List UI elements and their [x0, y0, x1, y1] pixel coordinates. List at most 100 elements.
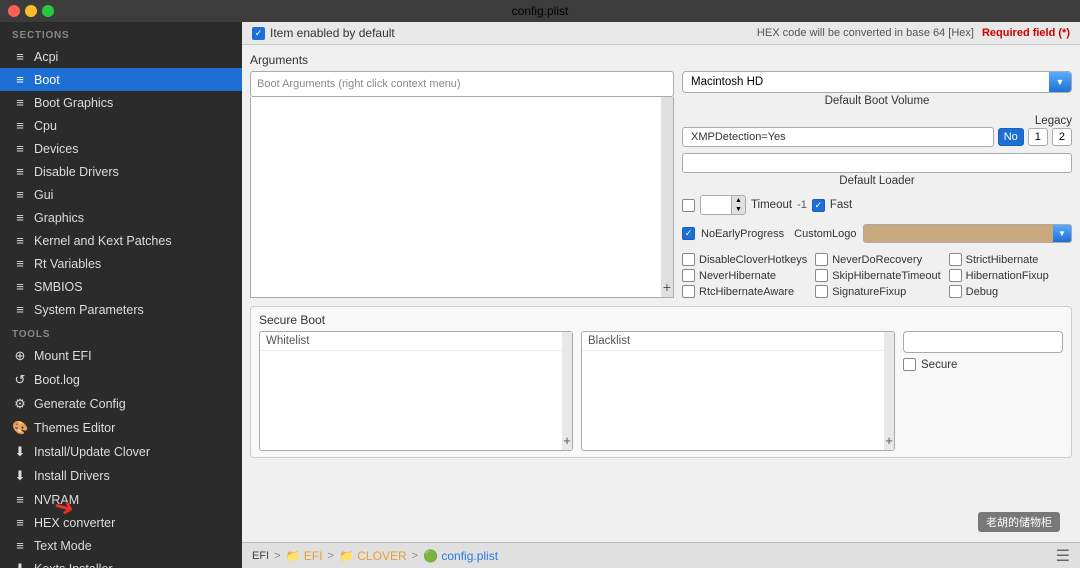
mount-icon: ⊕: [12, 348, 28, 364]
args-right: Macintosh HD ▼ ▼ Default Boot Volume: [682, 71, 1072, 298]
sidebar-item-label: Generate Config: [34, 397, 126, 411]
minimize-button[interactable]: [25, 5, 37, 17]
cb-hibernation-fixup-box[interactable]: [949, 269, 962, 282]
dropdown-blue-btn[interactable]: ▼: [1049, 72, 1071, 92]
stepper-down[interactable]: ▼: [731, 205, 745, 214]
cb-label: Debug: [966, 286, 998, 298]
sidebar-item-text-mode[interactable]: ≡ Text Mode: [0, 534, 242, 557]
no-button[interactable]: No: [998, 128, 1024, 146]
sidebar-item-cpu[interactable]: ≡ Cpu: [0, 114, 242, 137]
secure-dropdown[interactable]: ▼: [903, 331, 1063, 353]
sidebar-item-smbios[interactable]: ≡ SMBIOS: [0, 275, 242, 298]
whitelist-scrollbar: +: [562, 332, 572, 450]
sidebar-item-label: HEX converter: [34, 516, 115, 530]
fast-checkbox[interactable]: ✓: [812, 199, 825, 212]
list-icon: ≡: [12, 187, 28, 202]
sidebar-item-devices[interactable]: ≡ Devices: [0, 137, 242, 160]
sidebar-item-disable-drivers[interactable]: ≡ Disable Drivers: [0, 160, 242, 183]
sidebar-item-install-clover[interactable]: ⬇ Install/Update Clover: [0, 440, 242, 464]
cb-skip-hibernate-timeout: SkipHibernateTimeout: [815, 269, 940, 282]
sidebar-item-mount-efi[interactable]: ⊕ Mount EFI: [0, 344, 242, 368]
sidebar-item-generate-config[interactable]: ⚙ Generate Config: [0, 392, 242, 416]
cb-skip-hibernate-timeout-box[interactable]: [815, 269, 828, 282]
cb-never-hibernate-box[interactable]: [682, 269, 695, 282]
boot-args-placeholder: Boot Arguments (right click context menu…: [257, 78, 461, 90]
default-loader-field[interactable]: [682, 153, 1072, 173]
secure-label: Secure: [921, 359, 957, 371]
boot-volume-dropdown[interactable]: Macintosh HD ▼ ▼: [682, 71, 1072, 93]
sidebar-item-label: Install/Update Clover: [34, 445, 150, 459]
breadcrumb-clover-text: CLOVER: [357, 549, 406, 563]
secure-checkbox[interactable]: [903, 358, 916, 371]
custom-logo-field[interactable]: ▼: [863, 224, 1072, 243]
sidebar-item-kernel-kext[interactable]: ≡ Kernel and Kext Patches: [0, 229, 242, 252]
tools-label: TOOLS: [0, 321, 242, 344]
breadcrumb-sep-1: >: [274, 550, 280, 562]
breadcrumb-clover: 📁 CLOVER: [339, 549, 407, 563]
xmp-value: XMPDetection=Yes: [691, 131, 786, 143]
custom-logo-arrow[interactable]: ▼: [1053, 225, 1071, 242]
sidebar-item-label: Install Drivers: [34, 469, 110, 483]
cb-label: SkipHibernateTimeout: [832, 270, 940, 282]
list-icon: ≡: [12, 279, 28, 294]
item-enabled-checkbox[interactable]: ✓: [252, 27, 265, 40]
timeout-checkbox[interactable]: [682, 199, 695, 212]
blacklist-label: Blacklist: [582, 332, 894, 351]
sidebar-item-rt-variables[interactable]: ≡ Rt Variables: [0, 252, 242, 275]
inner-content: Arguments Boot Arguments (right click co…: [242, 45, 1080, 542]
gear-icon: ⚙: [12, 396, 28, 412]
sidebar-item-label: Kernel and Kext Patches: [34, 234, 172, 248]
sidebar-item-boot-log[interactable]: ↺ Boot.log: [0, 368, 242, 392]
settings-icon[interactable]: ☰: [1056, 548, 1070, 565]
sidebar-item-nvram[interactable]: ≡ NVRAM: [0, 488, 242, 511]
timeout-stepper[interactable]: ▲ ▼: [700, 195, 746, 215]
download-icon: ⬇: [12, 561, 28, 568]
chevron-down-icon: ▼: [1058, 229, 1066, 238]
timeout-row: ▲ ▼ Timeout -1 ✓ Fast: [682, 195, 1072, 215]
breadcrumb-efi2-text: EFI: [304, 549, 323, 563]
blacklist-plus[interactable]: +: [885, 433, 893, 448]
whitelist-plus[interactable]: +: [563, 433, 571, 448]
bottom-right: ☰: [1056, 546, 1070, 566]
cb-disable-clover-hotkeys-box[interactable]: [682, 253, 695, 266]
add-arg-button[interactable]: +: [663, 279, 671, 295]
cb-strict-hibernate-box[interactable]: [949, 253, 962, 266]
checkboxes-grid: DisableCloverHotkeys NeverDoRecovery Str…: [682, 253, 1072, 298]
cb-signature-fixup-box[interactable]: [815, 285, 828, 298]
cb-never-do-recovery-box[interactable]: [815, 253, 828, 266]
sidebar-item-themes-editor[interactable]: 🎨 Themes Editor: [0, 416, 242, 440]
sidebar-item-label: Boot.log: [34, 373, 80, 387]
folder-icon: 📁: [339, 549, 354, 563]
list-icon: ≡: [12, 233, 28, 248]
boot-volume-container: Macintosh HD ▼ ▼ Default Boot Volume: [682, 71, 1072, 109]
sidebar-item-install-drivers[interactable]: ⬇ Install Drivers: [0, 464, 242, 488]
sidebar-item-graphics[interactable]: ≡ Graphics: [0, 206, 242, 229]
btn-2[interactable]: 2: [1052, 128, 1072, 146]
maximize-button[interactable]: [42, 5, 54, 17]
cb-strict-hibernate: StrictHibernate: [949, 253, 1072, 266]
cb-debug-box[interactable]: [949, 285, 962, 298]
sections-label: SECTIONS: [0, 22, 242, 45]
boot-args-input[interactable]: Boot Arguments (right click context menu…: [250, 71, 674, 97]
sidebar-item-kexts-installer[interactable]: ⬇ Kexts Installer: [0, 557, 242, 568]
list-icon: ≡: [12, 95, 28, 110]
sidebar-item-boot[interactable]: ≡ Boot: [0, 68, 242, 91]
noearly-checkbox[interactable]: ✓: [682, 227, 695, 240]
timeout-value: [701, 196, 731, 214]
stepper-up[interactable]: ▲: [731, 196, 745, 205]
sidebar-item-hex-converter[interactable]: ≡ HEX converter: [0, 511, 242, 534]
fast-label: Fast: [830, 199, 852, 211]
sidebar-item-gui[interactable]: ≡ Gui: [0, 183, 242, 206]
close-button[interactable]: [8, 5, 20, 17]
cb-label: NeverHibernate: [699, 270, 776, 282]
sidebar-item-label: Devices: [34, 142, 78, 156]
breadcrumb-efi-2: 📁 EFI: [286, 549, 323, 563]
cb-label: RtcHibernateAware: [699, 286, 794, 298]
sidebar-item-system-parameters[interactable]: ≡ System Parameters: [0, 298, 242, 321]
traffic-lights: [8, 5, 54, 17]
btn-1[interactable]: 1: [1028, 128, 1048, 146]
sidebar-item-acpi[interactable]: ≡ Acpi: [0, 45, 242, 68]
cb-never-do-recovery: NeverDoRecovery: [815, 253, 940, 266]
sidebar-item-boot-graphics[interactable]: ≡ Boot Graphics: [0, 91, 242, 114]
cb-rtc-hibernate-aware-box[interactable]: [682, 285, 695, 298]
